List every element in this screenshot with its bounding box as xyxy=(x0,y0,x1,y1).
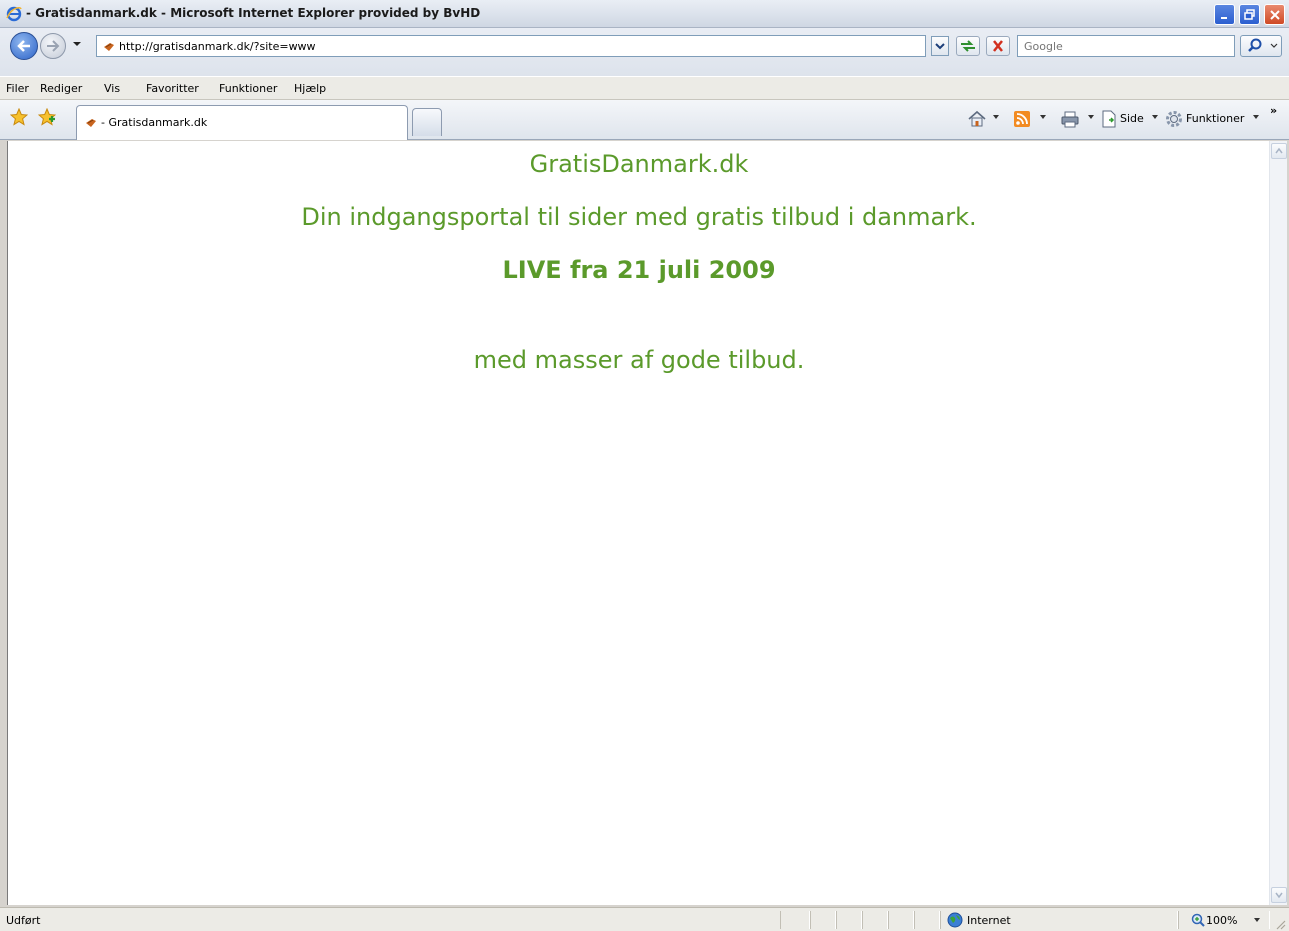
search-button[interactable] xyxy=(1240,35,1282,57)
tools-menu-button[interactable]: Funktioner xyxy=(1186,112,1244,125)
menu-vis[interactable]: Vis xyxy=(104,82,120,95)
back-button[interactable] xyxy=(10,32,38,60)
zoom-dropdown-icon[interactable] xyxy=(1254,918,1260,922)
address-dropdown-button[interactable] xyxy=(931,36,949,56)
site-favicon-icon xyxy=(104,43,114,51)
close-icon xyxy=(1270,10,1280,20)
navigation-bar: http://gratisdanmark.dk/?site=www xyxy=(0,28,1289,76)
zoom-icon[interactable] xyxy=(1190,912,1206,928)
status-pane xyxy=(862,911,888,929)
close-button[interactable] xyxy=(1264,4,1285,25)
page-dropdown-icon[interactable] xyxy=(1152,115,1158,119)
stop-button[interactable] xyxy=(986,36,1010,56)
tab-label: - Gratisdanmark.dk xyxy=(101,116,208,129)
add-favorite-icon[interactable] xyxy=(38,108,56,126)
search-input[interactable] xyxy=(1017,35,1235,57)
menu-hjaelp[interactable]: Hjælp xyxy=(294,82,326,95)
back-arrow-icon xyxy=(17,40,30,52)
site-title: GratisDanmark.dk xyxy=(529,150,749,178)
tab-command-bar: - Gratisdanmark.dk Side Funktioner » xyxy=(0,100,1289,140)
menu-favoritter[interactable]: Favoritter xyxy=(146,82,199,95)
feeds-dropdown-icon[interactable] xyxy=(1040,115,1046,119)
favorites-center-icon[interactable] xyxy=(10,108,28,126)
address-field[interactable]: http://gratisdanmark.dk/?site=www xyxy=(96,35,926,57)
forward-arrow-icon xyxy=(47,40,60,52)
chevron-down-icon xyxy=(1275,892,1283,899)
restore-button[interactable] xyxy=(1239,4,1260,25)
page-menu-button[interactable]: Side xyxy=(1120,112,1144,125)
window-title: - Gratisdanmark.dk - Microsoft Internet … xyxy=(26,6,481,20)
title-bar: - Gratisdanmark.dk - Microsoft Internet … xyxy=(0,0,1289,28)
menu-funktioner[interactable]: Funktioner xyxy=(219,82,277,95)
resize-grip-icon[interactable] xyxy=(1274,918,1286,930)
offers-text: med masser af gode tilbud. xyxy=(473,346,805,374)
page-icon[interactable] xyxy=(1101,110,1117,128)
menu-rediger[interactable]: Rediger xyxy=(40,82,82,95)
scroll-down-button[interactable] xyxy=(1271,887,1287,903)
refresh-icon xyxy=(961,40,975,52)
site-favicon-icon xyxy=(86,119,96,127)
zoom-level[interactable]: 100% xyxy=(1206,914,1237,927)
vertical-scrollbar[interactable] xyxy=(1269,141,1287,905)
status-pane xyxy=(888,911,914,929)
minimize-button[interactable] xyxy=(1214,4,1235,25)
search-icon xyxy=(1248,38,1278,52)
menu-bar: Filer Rediger Vis Favoritter Funktioner … xyxy=(0,76,1289,100)
tab-gratisdanmark[interactable]: - Gratisdanmark.dk xyxy=(76,105,408,140)
history-dropdown-icon[interactable] xyxy=(72,40,82,48)
stop-icon xyxy=(993,40,1003,52)
ie-logo-icon xyxy=(6,6,22,22)
scroll-up-button[interactable] xyxy=(1271,143,1287,159)
feeds-icon[interactable] xyxy=(1013,110,1031,128)
new-tab-button[interactable] xyxy=(412,108,442,136)
chevron-up-icon xyxy=(1275,147,1283,154)
site-tagline: Din indgangsportal til sider med gratis … xyxy=(301,203,977,231)
minimize-icon xyxy=(1221,17,1227,19)
print-icon[interactable] xyxy=(1060,110,1080,128)
gear-icon[interactable] xyxy=(1165,110,1183,128)
tools-dropdown-icon[interactable] xyxy=(1253,115,1259,119)
status-bar: Udført Internet 100% xyxy=(0,907,1289,931)
home-icon[interactable] xyxy=(967,110,987,128)
url-text: http://gratisdanmark.dk/?site=www xyxy=(119,40,316,53)
chevron-down-icon xyxy=(935,43,945,50)
status-pane xyxy=(810,911,836,929)
restore-icon xyxy=(1244,9,1255,20)
home-dropdown-icon[interactable] xyxy=(993,115,999,119)
status-pane xyxy=(780,911,810,929)
status-pane xyxy=(836,911,862,929)
status-pane xyxy=(914,911,940,929)
security-zone-label: Internet xyxy=(967,914,1011,927)
menu-filer[interactable]: Filer xyxy=(6,82,29,95)
page-viewport: GratisDanmark.dk Din indgangsportal til … xyxy=(7,141,1269,905)
more-commands-button[interactable]: » xyxy=(1270,104,1277,117)
refresh-button[interactable] xyxy=(956,36,980,56)
globe-icon xyxy=(947,912,963,928)
print-dropdown-icon[interactable] xyxy=(1088,115,1094,119)
status-text: Udført xyxy=(6,914,41,927)
live-date-heading: LIVE fra 21 juli 2009 xyxy=(502,256,776,284)
forward-button[interactable] xyxy=(40,33,66,59)
